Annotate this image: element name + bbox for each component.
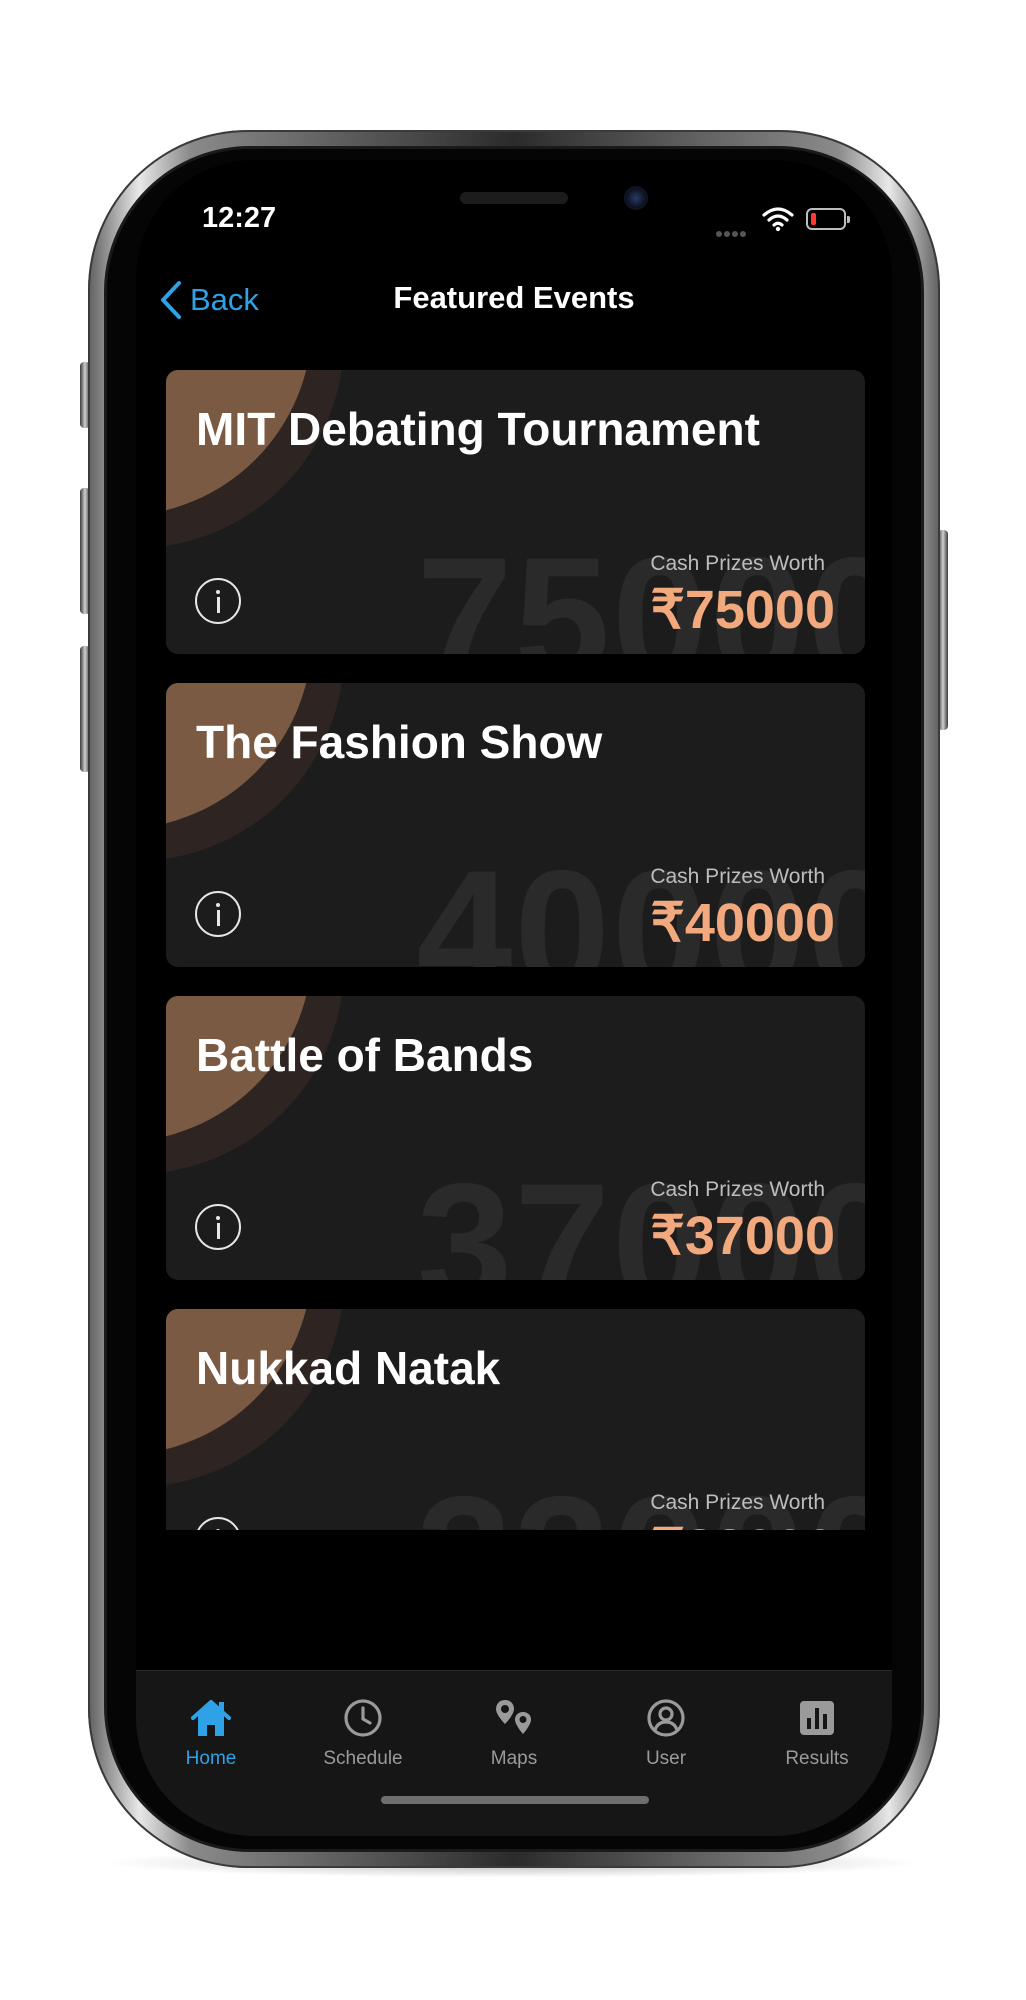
front-camera — [624, 186, 648, 210]
prize-value: ₹37000 — [650, 1206, 835, 1266]
tab-results[interactable]: Results — [742, 1671, 892, 1781]
tab-label: Home — [185, 1748, 237, 1769]
event-card[interactable]: 40000 The Fashion Show Cash Prizes Worth… — [166, 683, 865, 967]
tab-schedule[interactable]: Schedule — [288, 1671, 438, 1781]
info-icon[interactable] — [195, 1204, 241, 1250]
event-title: Battle of Bands — [196, 1029, 534, 1081]
clock-icon — [344, 1699, 382, 1737]
battery-level — [811, 213, 816, 225]
tab-home[interactable]: Home — [136, 1671, 286, 1781]
tab-bar: Home Schedule Maps User Results — [136, 1670, 892, 1836]
bar-chart-icon — [800, 1701, 834, 1735]
event-list[interactable]: 75000 MIT Debating Tournament Cash Prize… — [136, 370, 892, 1530]
earpiece-speaker — [460, 192, 568, 204]
page-title: Featured Events — [393, 280, 635, 315]
wifi-icon — [762, 207, 794, 232]
tab-user[interactable]: User — [591, 1671, 741, 1781]
home-icon — [191, 1700, 231, 1736]
event-title: The Fashion Show — [196, 716, 603, 768]
tab-label: Maps — [490, 1748, 538, 1769]
info-icon[interactable] — [195, 578, 241, 624]
map-pins-icon — [496, 1700, 531, 1734]
prize-value: ₹33000 — [650, 1517, 835, 1530]
event-card[interactable]: 33000 Nukkad Natak Cash Prizes Worth ₹33… — [166, 1309, 865, 1530]
event-title: Nukkad Natak — [196, 1342, 501, 1394]
prize-label: Cash Prizes Worth — [650, 552, 825, 575]
status-time: 12:27 — [202, 202, 277, 234]
prize-value: ₹40000 — [650, 893, 835, 953]
tab-label: Schedule — [323, 1748, 403, 1769]
notch — [306, 160, 722, 242]
battery-icon — [806, 208, 850, 230]
info-icon[interactable] — [195, 891, 241, 937]
cellular-signal-icon — [716, 222, 750, 237]
prize-value: ₹75000 — [650, 580, 835, 640]
tab-label: User — [645, 1748, 687, 1769]
info-icon[interactable] — [195, 1517, 241, 1530]
event-card[interactable]: 37000 Battle of Bands Cash Prizes Worth … — [166, 996, 865, 1280]
user-circle-icon — [647, 1699, 685, 1737]
prize-label: Cash Prizes Worth — [650, 1178, 825, 1201]
event-card[interactable]: 75000 MIT Debating Tournament Cash Prize… — [166, 370, 865, 654]
home-indicator[interactable] — [381, 1796, 649, 1804]
phone-screen: 12:27 Back Featured Events 75000 MIT Deb… — [136, 160, 892, 1836]
tab-maps[interactable]: Maps — [439, 1671, 589, 1781]
prize-label: Cash Prizes Worth — [650, 865, 825, 888]
event-title: MIT Debating Tournament — [196, 403, 760, 455]
tab-label: Results — [785, 1748, 849, 1769]
prize-label: Cash Prizes Worth — [650, 1491, 825, 1514]
